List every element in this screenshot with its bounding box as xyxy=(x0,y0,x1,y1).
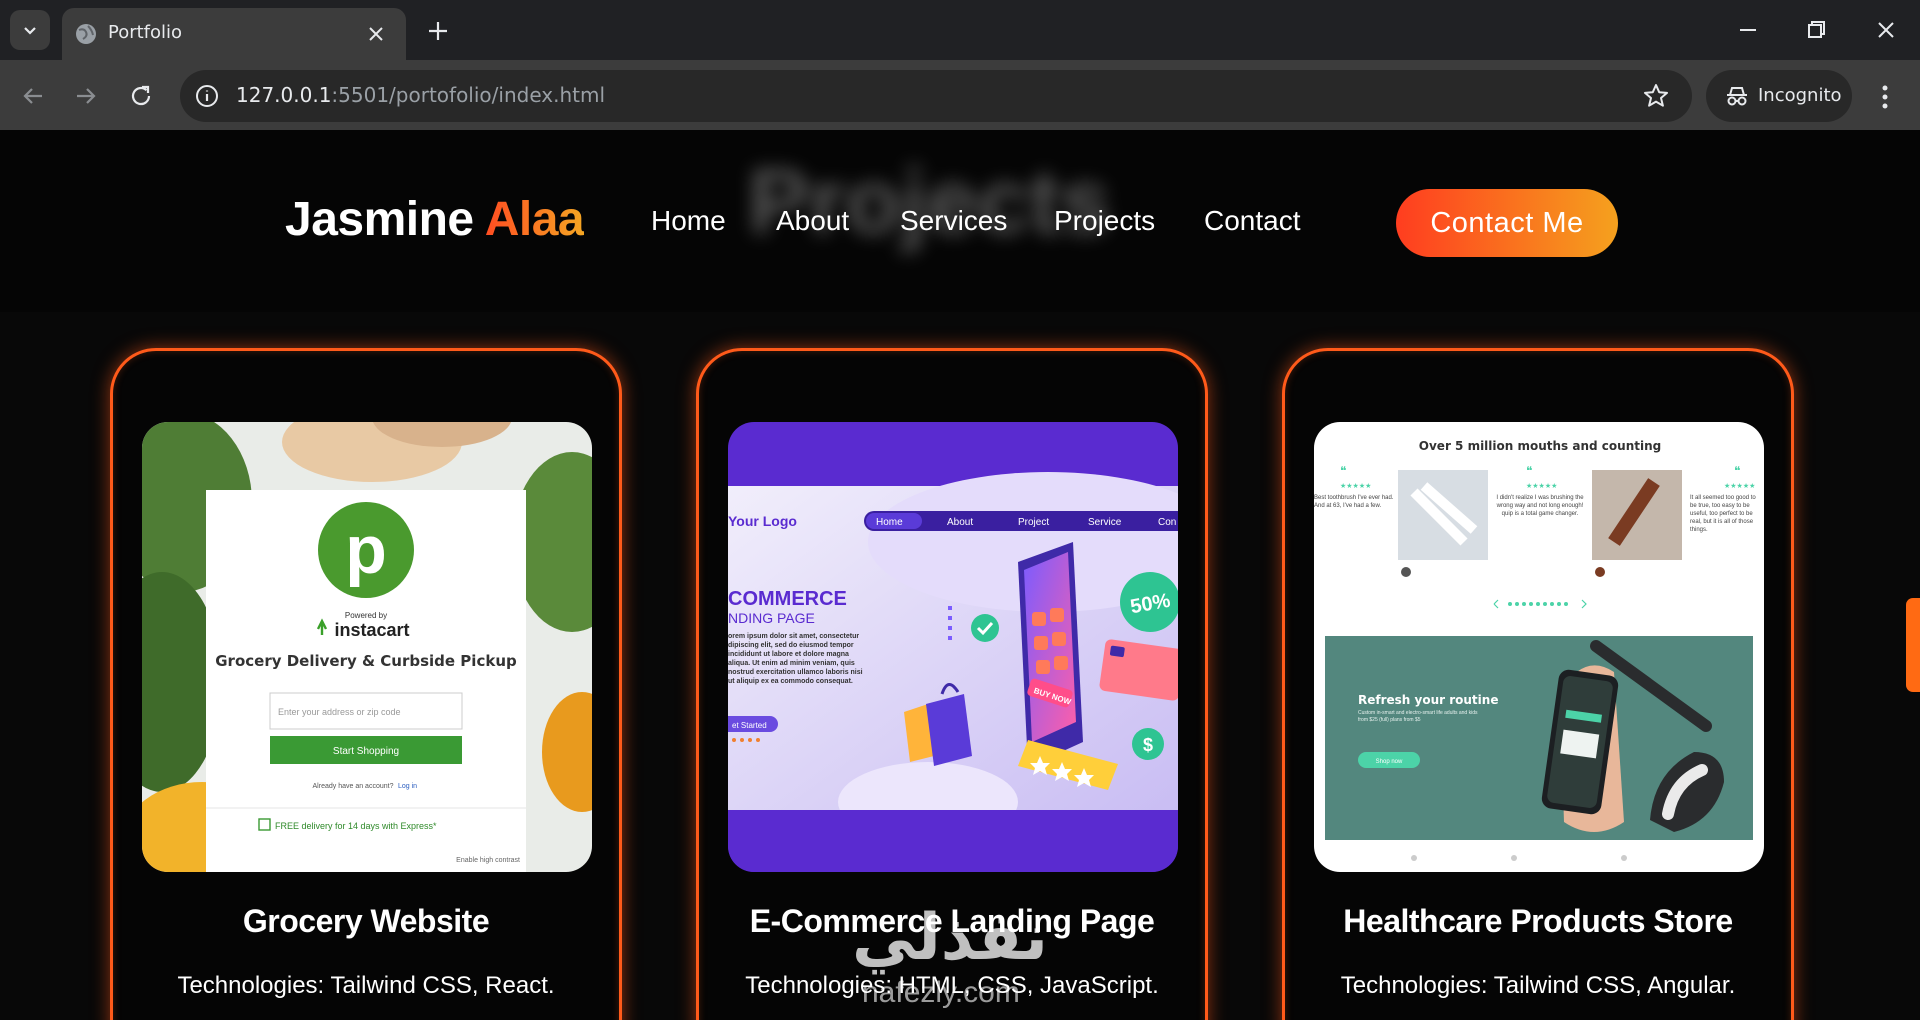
ecommerce-logo: Your Logo xyxy=(728,513,797,529)
nav-contact[interactable]: Contact xyxy=(1204,205,1301,237)
healthcare-banner-body: Custom in-smart and electro-smart life a… xyxy=(1358,710,1478,723)
site-info-icon[interactable] xyxy=(194,83,220,109)
ecommerce-dollar-coin: $ xyxy=(1143,735,1153,755)
globe-icon xyxy=(76,24,96,44)
grocery-contrast: Enable high contrast xyxy=(456,857,520,864)
close-window-icon[interactable] xyxy=(1870,14,1902,46)
svg-text:★★★★★: ★★★★★ xyxy=(1526,482,1557,490)
forward-arrow-icon[interactable] xyxy=(71,81,101,111)
tab-strip: Portfolio xyxy=(0,0,1920,60)
svg-text:❝: ❝ xyxy=(1526,464,1532,478)
grocery-brand: instacart xyxy=(334,620,409,640)
more-menu-icon[interactable] xyxy=(1870,82,1900,112)
svg-text:★★★★★: ★★★★★ xyxy=(1724,482,1755,490)
project-thumbnail-ecommerce: Your Logo Home About Project Service Con… xyxy=(728,422,1178,872)
healthcare-screenshot: Over 5 million mouths and counting ❝ ★★★… xyxy=(1314,422,1764,872)
minimize-icon[interactable] xyxy=(1732,14,1764,46)
address-bar[interactable]: 127.0.0.1:5501/portofolio/index.html xyxy=(180,70,1692,122)
project-title: Healthcare Products Store xyxy=(1343,903,1733,939)
healthcare-quote-3: It all seemed too good to be true, too e… xyxy=(1690,495,1756,533)
active-tab[interactable]: Portfolio xyxy=(62,8,406,60)
healthcare-banner-title: Refresh your routine xyxy=(1358,693,1498,707)
grocery-screenshot: p Powered by instacart Grocery Delivery … xyxy=(142,422,592,872)
svg-text:❝: ❝ xyxy=(1734,464,1740,478)
logo-last-name: Alaa xyxy=(484,193,585,246)
bookmark-star-icon[interactable] xyxy=(1642,82,1670,110)
ecommerce-subhead: NDING PAGE xyxy=(728,610,815,626)
new-tab-icon[interactable] xyxy=(424,17,452,45)
grocery-address-input: Enter your address or zip code xyxy=(278,707,401,717)
watermark-latin: nafezly.com xyxy=(862,976,1020,1009)
restore-icon[interactable] xyxy=(1800,14,1832,46)
grocery-logo-letter: p xyxy=(345,512,387,588)
site-header: Projects Jasmine Alaa Home About Service… xyxy=(0,130,1920,312)
incognito-indicator[interactable]: Incognito xyxy=(1706,70,1852,122)
contact-me-button[interactable]: Contact Me xyxy=(1396,189,1618,257)
grocery-headline: Grocery Delivery & Curbside Pickup xyxy=(215,652,517,670)
healthcare-heading: Over 5 million mouths and counting xyxy=(1419,439,1661,453)
ecommerce-menu-about: About xyxy=(947,517,973,528)
project-card-grocery[interactable]: p Powered by instacart Grocery Delivery … xyxy=(110,348,622,1020)
tab-title: Portfolio xyxy=(108,22,183,43)
url-text[interactable]: 127.0.0.1:5501/portofolio/index.html xyxy=(236,83,605,107)
ecommerce-screenshot: Your Logo Home About Project Service Con… xyxy=(728,422,1178,872)
watermark-arabic: نفذلي xyxy=(852,901,1048,973)
ecommerce-menu-contact: Con xyxy=(1158,517,1176,528)
grocery-login-link: Log in xyxy=(398,783,417,790)
incognito-icon xyxy=(1727,87,1747,106)
healthcare-quote-1: Best toothbrush I've ever had. And at 63… xyxy=(1314,495,1394,509)
nav-about[interactable]: About xyxy=(776,205,849,237)
browser-toolbar: 127.0.0.1:5501/portofolio/index.html Inc… xyxy=(0,60,1920,130)
grocery-login-prompt: Already have an account? xyxy=(313,783,394,790)
project-thumbnail-healthcare: Over 5 million mouths and counting ❝ ★★★… xyxy=(1314,422,1764,872)
svg-text:★★★★★: ★★★★★ xyxy=(1340,482,1371,490)
nav-services[interactable]: Services xyxy=(900,205,1007,237)
project-thumbnail-grocery: p Powered by instacart Grocery Delivery … xyxy=(142,422,592,872)
grocery-powered-by: Powered by xyxy=(345,611,387,620)
project-title: Grocery Website xyxy=(242,903,490,939)
close-tab-icon[interactable] xyxy=(364,22,388,46)
page-scrollbar-thumb[interactable] xyxy=(1906,598,1920,692)
tab-search-button[interactable] xyxy=(10,10,50,50)
logo-first-name: Jasmine xyxy=(285,193,474,246)
project-technologies: Technologies: Tailwind CSS, Angular. xyxy=(1340,972,1736,999)
section-heading-blurred: Projects xyxy=(748,151,1112,253)
ecommerce-menu-home: Home xyxy=(876,517,903,528)
ecommerce-body-text: orem ipsum dolor sit amet, consectetur d… xyxy=(728,633,863,685)
healthcare-banner-button: Shop now xyxy=(1376,759,1403,765)
incognito-label: Incognito xyxy=(1758,85,1842,106)
project-technologies: Technologies: Tailwind CSS, React. xyxy=(177,972,555,999)
reload-icon[interactable] xyxy=(126,81,156,111)
ecommerce-menu-service: Service xyxy=(1088,517,1122,528)
nav-home[interactable]: Home xyxy=(651,205,726,237)
back-arrow-icon[interactable] xyxy=(18,81,48,111)
browser-chrome: Portfolio 127.0.0.1:5501/portofolio/inde… xyxy=(0,0,1920,130)
portfolio-page: Projects Jasmine Alaa Home About Service… xyxy=(0,130,1920,1020)
grocery-promo: FREE delivery for 14 days with Express* xyxy=(275,821,437,831)
ecommerce-headline: COMMERCE xyxy=(728,588,847,610)
ecommerce-cta: et Started xyxy=(732,721,767,730)
ecommerce-menu-project: Project xyxy=(1018,517,1049,528)
project-card-healthcare[interactable]: Over 5 million mouths and counting ❝ ★★★… xyxy=(1282,348,1794,1020)
grocery-start-button: Start Shopping xyxy=(333,746,399,757)
url-host: 127.0.0.1 xyxy=(236,83,332,107)
url-path: :5501/portofolio/index.html xyxy=(331,83,606,107)
healthcare-quote-2: I didn't realize I was brushing the wron… xyxy=(1496,495,1584,517)
chevron-down-icon xyxy=(24,27,36,35)
site-logo[interactable]: Jasmine Alaa xyxy=(285,192,585,247)
nav-projects[interactable]: Projects xyxy=(1054,205,1155,237)
svg-text:❝: ❝ xyxy=(1340,464,1346,478)
